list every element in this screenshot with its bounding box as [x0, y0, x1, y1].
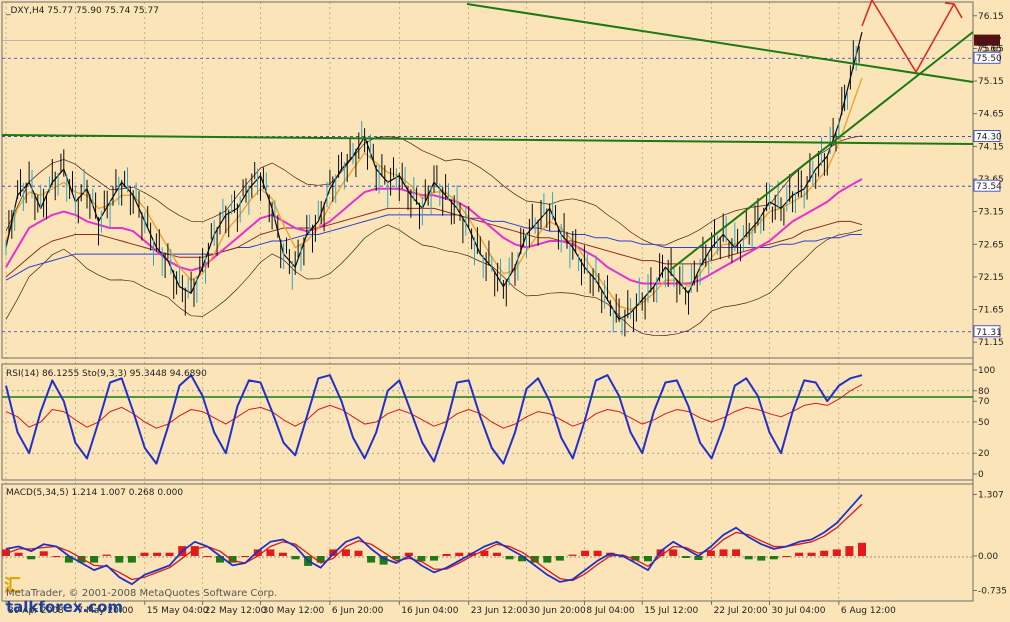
macd-histogram-bar-28 — [354, 550, 363, 556]
macd-histogram-bar-21 — [266, 549, 275, 556]
rsi-tick-label-2: 70 — [978, 397, 990, 407]
macd-histogram-bar-62 — [782, 556, 791, 557]
macd-histogram-bar-39 — [492, 552, 501, 556]
x-tick-label-8: 30 Jun 20:00 — [529, 606, 586, 616]
macd-histogram-bar-8 — [102, 554, 111, 556]
macd-histogram-bar-11 — [140, 552, 149, 556]
rsi-tick-label-4: 20 — [978, 449, 990, 459]
macd-histogram-bar-67 — [845, 546, 854, 556]
price-tick-label-3: 74.65 — [978, 110, 1004, 120]
chart-stage: 76.1575.6575.1574.6574.1573.6573.1572.65… — [0, 0, 1010, 618]
macd-histogram-bar-12 — [153, 552, 162, 556]
price-tick-label-2: 75.15 — [978, 77, 1004, 87]
macd-histogram-bar-7 — [90, 556, 99, 563]
site-watermark: talkforex.com — [6, 598, 124, 616]
macd-histogram-bar-36 — [455, 552, 464, 556]
macd-histogram-bar-61 — [769, 556, 778, 560]
x-tick-label-6: 16 Jun 04:00 — [401, 606, 458, 616]
macd-histogram-bar-58 — [732, 549, 741, 556]
macd-histogram-bar-35 — [442, 554, 451, 556]
macd-histogram-bar-63 — [795, 552, 804, 556]
price-tick-label-9: 71.65 — [978, 306, 1004, 316]
x-tick-label-10: 15 Jul 12:00 — [644, 606, 698, 616]
macd-histogram-bar-54 — [681, 556, 690, 558]
background — [0, 0, 1010, 618]
macd-histogram-bar-9 — [115, 556, 124, 563]
price-tick-label-6: 73.15 — [978, 208, 1004, 218]
macd-histogram-bar-45 — [568, 554, 577, 556]
macd-histogram-bar-19 — [241, 556, 250, 557]
price-tag-3: 74.30 — [976, 133, 1002, 143]
x-tick-label-9: 8 Jul 04:00 — [586, 606, 635, 616]
x-tick-label-13: 6 Aug 12:00 — [841, 606, 896, 616]
macd-histogram-bar-43 — [543, 556, 552, 563]
macd-histogram-bar-53 — [669, 549, 678, 556]
price-panel-header: _DXY,H4 75.77 75.90 75.74 75.77 — [5, 6, 159, 16]
macd-histogram-bar-23 — [291, 556, 300, 560]
macd-histogram-bar-68 — [858, 542, 866, 556]
x-tick-label-5: 6 Jun 20:00 — [332, 606, 384, 616]
macd-histogram-bar-59 — [744, 556, 753, 560]
macd-histogram-bar-10 — [127, 556, 136, 563]
macd-histogram-bar-16 — [203, 556, 212, 557]
x-tick-label-3: 22 May 12:00 — [205, 606, 267, 616]
macd-histogram-bar-34 — [430, 556, 438, 561]
macd-histogram-bar-2 — [27, 556, 36, 560]
macd-tick-label-0: 1.307 — [978, 490, 1004, 500]
macd-histogram-bar-27 — [341, 549, 350, 556]
price-tag-2: 75.50 — [976, 54, 1002, 64]
rsi-tick-label-5: 0 — [978, 470, 984, 480]
rsi-panel-header: RSI(14) 86.1255 Sto(9,3,3) 95.3448 94.68… — [6, 369, 207, 379]
price-tick-label-4: 74.15 — [978, 142, 1004, 152]
macd-histogram-bar-66 — [832, 549, 841, 556]
macd-histogram-bar-47 — [593, 550, 602, 556]
macd-tick-label-2: -0.735 — [978, 587, 1007, 597]
macd-histogram-bar-1 — [14, 552, 23, 556]
macd-histogram-bar-4 — [52, 556, 61, 557]
macd-histogram-bar-22 — [278, 552, 287, 556]
macd-tick-label-1: 0.00 — [978, 552, 998, 562]
macd-histogram-bar-40 — [505, 556, 514, 560]
rsi-tick-label-1: 80 — [978, 387, 990, 397]
x-tick-label-2: 15 May 04:00 — [147, 606, 209, 616]
price-tick-label-10: 71.15 — [978, 338, 1004, 348]
price-tag-5: 71.31 — [976, 328, 1002, 338]
price-tick-label-7: 72.65 — [978, 240, 1004, 250]
x-tick-label-7: 23 Jun 12:00 — [471, 606, 528, 616]
macd-histogram-bar-60 — [757, 556, 766, 561]
x-tick-label-11: 22 Jul 20:00 — [714, 606, 768, 616]
price-tick-label-8: 72.15 — [978, 273, 1004, 283]
macd-histogram-bar-29 — [367, 556, 376, 563]
macd-histogram-bar-46 — [581, 550, 590, 556]
x-tick-label-12: 30 Jul 04:00 — [771, 606, 825, 616]
macd-panel-header: MACD(5,34,5) 1.214 1.007 0.268 0.000 — [6, 488, 183, 498]
macd-histogram-bar-3 — [39, 551, 48, 556]
x-tick-label-4: 30 May 12:00 — [262, 606, 324, 616]
price-tag-4: 73.54 — [976, 182, 1002, 192]
macd-histogram-bar-57 — [719, 549, 728, 556]
macd-histogram-bar-51 — [644, 556, 652, 562]
macd-histogram-bar-64 — [807, 552, 816, 556]
rsi-tick-label-3: 50 — [978, 418, 990, 428]
chart-canvas: 76.1575.6575.1574.6574.1573.6573.1572.65… — [0, 0, 1010, 618]
macd-histogram-bar-13 — [165, 552, 174, 556]
macd-histogram-bar-65 — [820, 550, 829, 556]
price-tick-label-0: 76.15 — [978, 12, 1004, 22]
macd-histogram-bar-44 — [555, 556, 564, 561]
rsi-tick-label-0: 100 — [978, 366, 995, 376]
